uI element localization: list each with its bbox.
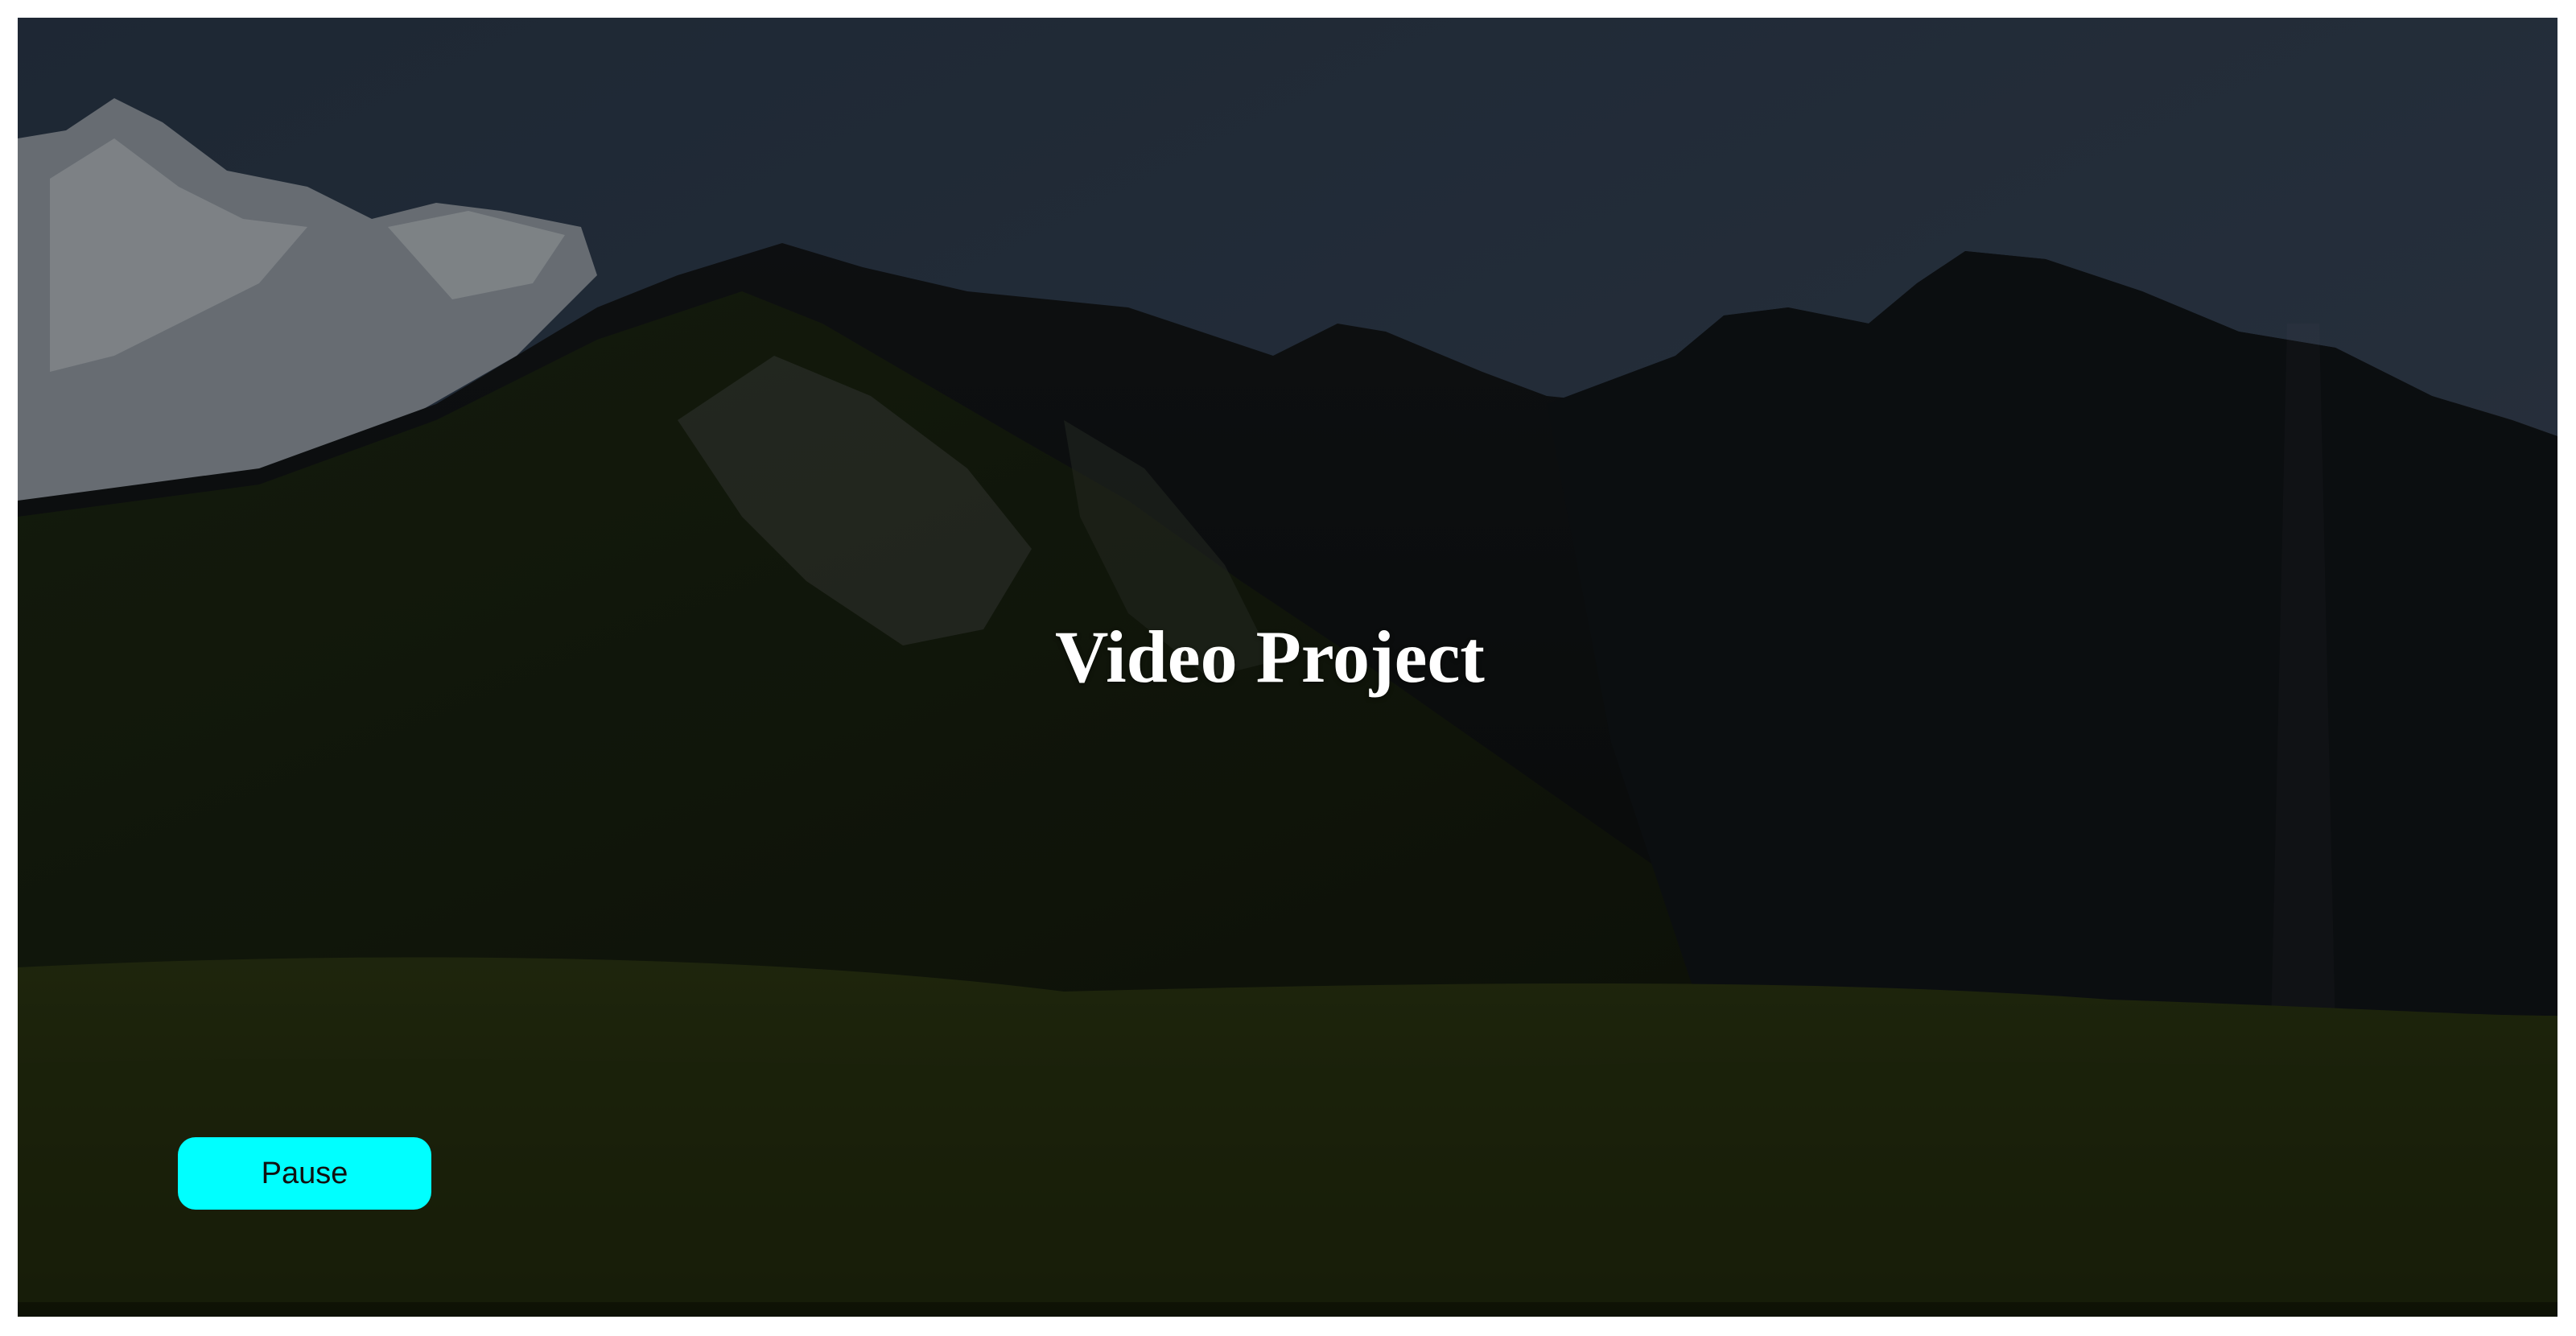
video-bottom-edge	[18, 1302, 2557, 1317]
page-title: Video Project	[1055, 616, 1485, 698]
pause-button[interactable]: Pause	[178, 1137, 431, 1210]
